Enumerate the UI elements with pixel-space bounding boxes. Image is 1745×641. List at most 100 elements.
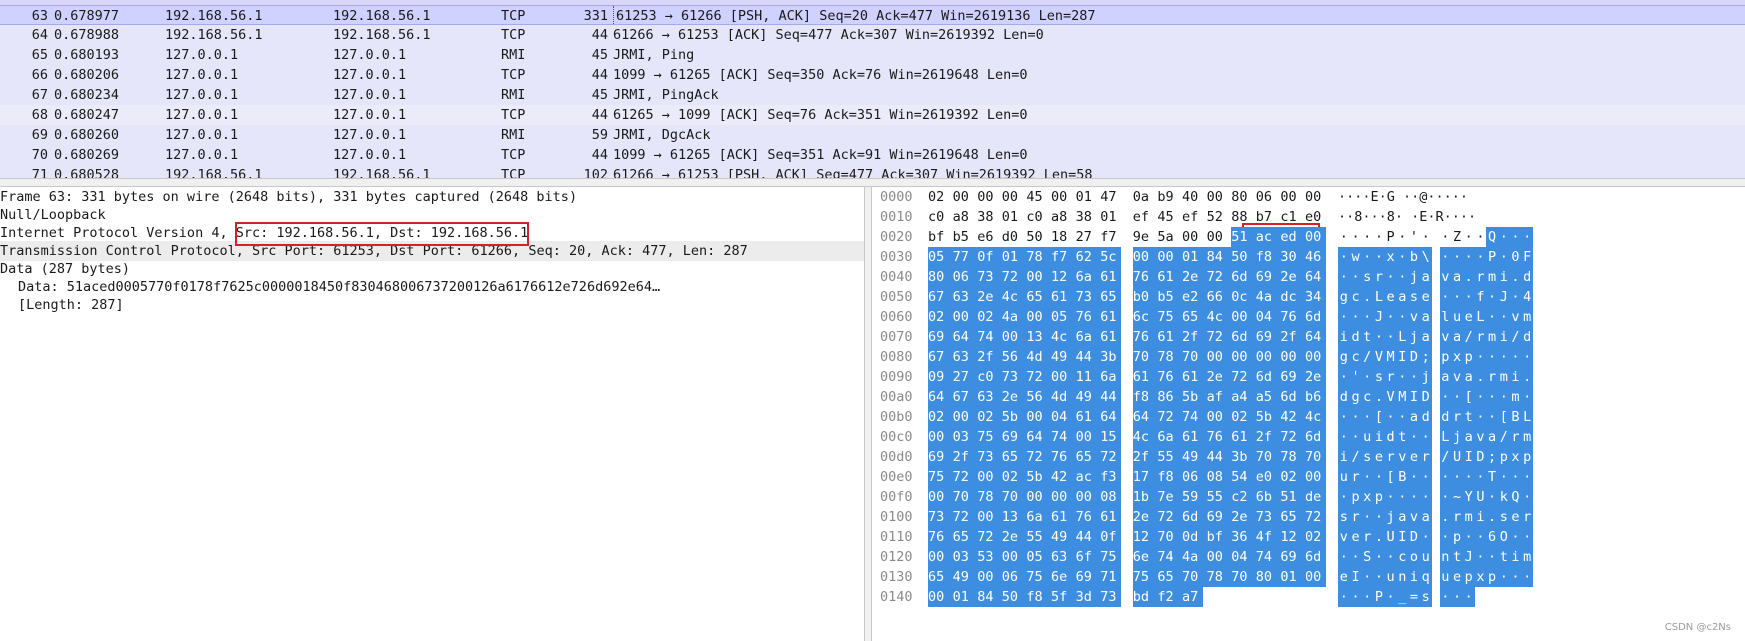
hex-byte[interactable]: 51 bbox=[1231, 227, 1257, 247]
hex-byte[interactable]: dc bbox=[1280, 287, 1306, 307]
hex-byte[interactable]: 17 bbox=[1132, 467, 1158, 487]
hex-byte[interactable]: 00 bbox=[928, 427, 953, 447]
hex-byte[interactable]: 4c bbox=[1206, 307, 1232, 327]
hex-byte[interactable]: 5b bbox=[1182, 387, 1207, 407]
hex-ascii[interactable]: · · S · · c o u n t J · · t i m bbox=[1338, 547, 1533, 567]
hex-byte[interactable]: 76 bbox=[1206, 427, 1232, 447]
hex-byte[interactable]: 61 bbox=[1075, 407, 1101, 427]
hex-byte[interactable]: 72 bbox=[952, 467, 978, 487]
hex-byte[interactable]: 00 bbox=[977, 507, 1003, 527]
hex-byte[interactable]: 55 bbox=[1157, 447, 1183, 467]
hex-byte[interactable]: 70 bbox=[1182, 567, 1207, 587]
hex-byte[interactable]: 00 bbox=[1002, 187, 1027, 207]
hex-byte[interactable]: ed bbox=[1280, 227, 1306, 247]
hex-byte[interactable]: 65 bbox=[1026, 287, 1052, 307]
hex-byte[interactable]: 65 bbox=[1075, 447, 1101, 467]
hex-byte[interactable]: 73 bbox=[1100, 587, 1122, 607]
hex-byte[interactable]: 64 bbox=[928, 387, 953, 407]
hex-byte[interactable]: 2e bbox=[1132, 507, 1158, 527]
packet-row[interactable]: 69 0.680260 127.0.0.1 127.0.0.1 RMI 59 JRMI, D… bbox=[0, 125, 1745, 145]
hex-byte[interactable]: 61 bbox=[1157, 327, 1183, 347]
hex-byte[interactable]: 6a bbox=[1075, 267, 1101, 287]
hex-row[interactable]: 0080 67 63 2f 56 4d 49 44 3b 70 78 70 00 00 00 00 00 g c / V… bbox=[872, 347, 1745, 367]
hex-byte[interactable]: 11 bbox=[1075, 367, 1101, 387]
hex-byte[interactable]: 78 bbox=[977, 487, 1003, 507]
hex-byte[interactable]: 3b bbox=[1231, 447, 1257, 467]
hex-byte[interactable]: 65 bbox=[1280, 507, 1306, 527]
hex-byte[interactable]: 00 bbox=[953, 187, 978, 207]
hex-byte[interactable]: de bbox=[1305, 487, 1326, 507]
hex-row[interactable]: 0010 c0 a8 38 01 c0 a8 38 01 ef 45 ef 52 88 b7 c1 e0 ··8·… bbox=[872, 207, 1745, 227]
hex-byte[interactable]: 01 bbox=[1100, 207, 1121, 227]
hex-byte[interactable]: b5 bbox=[953, 227, 978, 247]
hex-byte[interactable]: 3b bbox=[1100, 347, 1122, 367]
hex-byte[interactable]: 67 bbox=[952, 387, 978, 407]
hex-byte[interactable]: 84 bbox=[1206, 247, 1232, 267]
packet-row[interactable]: 66 0.680206 127.0.0.1 127.0.0.1 TCP 44 1099 → … bbox=[0, 65, 1745, 85]
hex-byte[interactable]: 70 bbox=[1132, 347, 1158, 367]
hex-byte[interactable]: 77 bbox=[952, 247, 978, 267]
hex-byte[interactable]: 00 bbox=[952, 307, 978, 327]
hex-byte[interactable]: 76 bbox=[1132, 267, 1158, 287]
hex-byte[interactable]: 72 bbox=[1280, 427, 1306, 447]
hex-ascii[interactable]: i d t · · Lj a v a / r m i / d bbox=[1338, 327, 1533, 347]
hex-byte[interactable]: 2f bbox=[977, 347, 1003, 367]
hex-byte[interactable]: a8 bbox=[1051, 207, 1076, 227]
hex-byte[interactable]: 6d bbox=[1305, 547, 1326, 567]
hex-byte[interactable]: 02 bbox=[1231, 407, 1257, 427]
hex-byte[interactable]: ef bbox=[1182, 207, 1207, 227]
hex-byte[interactable]: 0f bbox=[1100, 527, 1122, 547]
hex-byte[interactable]: 44 bbox=[1206, 447, 1232, 467]
hex-byte[interactable]: 65 bbox=[1182, 307, 1207, 327]
hex-byte[interactable]: 00 bbox=[1051, 187, 1076, 207]
hex-byte[interactable]: 2e bbox=[1280, 267, 1306, 287]
hex-byte[interactable]: f8 bbox=[1132, 387, 1158, 407]
hex-byte[interactable]: 72 bbox=[1305, 507, 1326, 527]
hex-byte[interactable]: 2e bbox=[977, 287, 1003, 307]
hex-row[interactable]: 0020 bf b5 e6 d0 50 18 27 f7 9e 5a 00 00 51 ac ed 00 · · · ·… bbox=[872, 227, 1745, 247]
hex-ascii[interactable]: · · s r · · j a va.rmi.d bbox=[1338, 267, 1533, 287]
packet-list[interactable]: 63 0.678977 192.168.56.1 192.168.56.1 TCP 331… bbox=[0, 0, 1745, 178]
hex-byte[interactable]: 4d bbox=[1026, 347, 1052, 367]
hex-ascii[interactable]: · · ·[· · a d d r t · ·[B L bbox=[1338, 407, 1533, 427]
hex-byte[interactable]: 61 bbox=[1182, 427, 1207, 447]
hex-byte[interactable]: 73 bbox=[1255, 507, 1281, 527]
hex-byte[interactable]: c1 bbox=[1280, 207, 1305, 227]
hex-byte[interactable]: 00 bbox=[1206, 407, 1232, 427]
hex-row[interactable]: 0130 65 49 00 06 75 6e 69 71 75 65 70 78 70 80 01 00 e I · ·… bbox=[872, 567, 1745, 587]
hex-byte[interactable]: 00 bbox=[1026, 487, 1052, 507]
hex-row[interactable]: 0070 69 64 74 00 13 4c 6a 61 76 61 2f 72 6d 69 2f 64 i d t ·… bbox=[872, 327, 1745, 347]
hex-byte[interactable]: 6d bbox=[1231, 267, 1257, 287]
hex-row[interactable]: 0090 09 27 c0 73 72 00 11 6a 61 76 61 2e 72 6d 69 2e · ' · s… bbox=[872, 367, 1745, 387]
hex-byte[interactable]: 15 bbox=[1100, 427, 1122, 447]
hex-byte[interactable]: 00 bbox=[1206, 547, 1232, 567]
hex-byte[interactable]: 01 bbox=[1280, 567, 1306, 587]
hex-byte[interactable]: 00 bbox=[928, 487, 953, 507]
hex-byte[interactable]: 84 bbox=[977, 587, 1003, 607]
hex-byte[interactable]: 73 bbox=[1001, 367, 1027, 387]
hex-row[interactable]: 0050 67 63 2e 4c 65 61 73 65 b0 b5 e2 66 0c 4a dc 34 g c. L… bbox=[872, 287, 1745, 307]
hex-byte[interactable]: 00 bbox=[1280, 187, 1305, 207]
hex-byte[interactable]: 55 bbox=[1026, 527, 1052, 547]
hex-row[interactable]: 0000 02 00 00 00 45 00 01 47 0a b9 40 00 80 06 00 00 ····… bbox=[872, 187, 1745, 207]
hex-byte[interactable]: 64 bbox=[1305, 267, 1326, 287]
detail-data-value[interactable]: Data: 51aced0005770f0178f7625c0000018450… bbox=[18, 277, 864, 297]
hex-row[interactable]: 0040 80 06 73 72 00 12 6a 61 76 61 2e 72 6d 69 2e 64 · · s r… bbox=[872, 267, 1745, 287]
hex-byte[interactable]: 00 bbox=[977, 187, 1002, 207]
hex-byte[interactable]: 53 bbox=[977, 547, 1003, 567]
hex-byte[interactable]: bd bbox=[1132, 587, 1158, 607]
hex-ascii[interactable]: u r · ·[B · · · · · · T · · · bbox=[1338, 467, 1533, 487]
hex-byte[interactable]: 72 bbox=[977, 527, 1003, 547]
hex-row[interactable]: 00c0 00 03 75 69 64 74 00 15 4c 6a 61 76 61 2f 72 6d · · u i… bbox=[872, 427, 1745, 447]
hex-byte[interactable]: 00 bbox=[1305, 227, 1326, 247]
hex-byte[interactable]: 5b bbox=[1026, 467, 1052, 487]
hex-ascii[interactable]: · w · · x · b \ · · · · P · 0 F bbox=[1338, 247, 1533, 267]
hex-byte[interactable]: 67 bbox=[928, 347, 953, 367]
hex-byte[interactable]: 75 bbox=[977, 427, 1003, 447]
hex-byte[interactable]: 00 bbox=[1026, 267, 1052, 287]
hex-byte[interactable]: 0f bbox=[977, 247, 1003, 267]
hex-byte[interactable]: 61 bbox=[1231, 427, 1257, 447]
hex-byte[interactable]: a7 bbox=[1182, 587, 1203, 607]
hex-row[interactable]: 00b0 02 00 02 5b 00 04 61 64 64 72 74 00 02 5b 42 4c · · ·[… bbox=[872, 407, 1745, 427]
hex-byte[interactable]: 6d bbox=[1305, 427, 1326, 447]
